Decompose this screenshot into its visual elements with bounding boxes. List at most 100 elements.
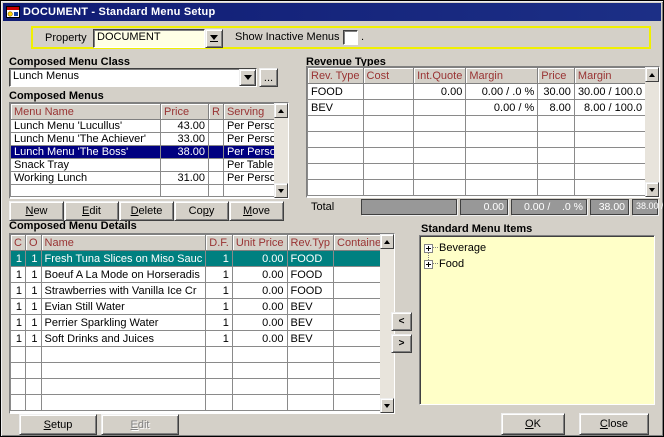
ellipsis-label: ... — [264, 76, 273, 80]
table-row[interactable]: 1 1 Soft Drinks and Juices 1 0.00 BEV — [11, 331, 396, 347]
move-button[interactable]: Move — [229, 201, 284, 221]
cell-name: Fresh Tuna Slices on Miso Sauc — [41, 251, 206, 267]
table-row-selected[interactable]: 1 1 Fresh Tuna Slices on Miso Sauc 1 0.0… — [11, 251, 396, 267]
scroll-down-button[interactable] — [274, 183, 288, 198]
table-row[interactable]: 1 1 Strawberries with Vanilla Ice Cr 1 0… — [11, 283, 396, 299]
menu-class-dropdown-button[interactable] — [239, 69, 256, 86]
cell-margin: 0.00 / % — [466, 100, 538, 116]
cell-menu-name: Lunch Menu 'Lucullus' — [11, 120, 161, 133]
col-name: Name — [41, 235, 206, 251]
revenue-types-scrollbar[interactable] — [645, 67, 659, 197]
table-row[interactable]: BEV 0.00 / % 8.00 8.00 / 100.0 % — [308, 100, 659, 116]
copy-button[interactable]: Copy — [174, 201, 229, 221]
col-price: Price — [161, 104, 209, 120]
col-df: D.F. — [206, 235, 233, 251]
tree-item-beverage[interactable]: Beverage — [422, 240, 652, 256]
cell-price: 30.00 — [538, 84, 575, 100]
close-button[interactable]: Close — [579, 413, 649, 435]
standard-menu-items-tree[interactable]: Beverage Food — [419, 235, 655, 405]
chevron-down-icon — [244, 75, 252, 80]
table-header-row: Menu Name Price R Serving — [11, 104, 286, 120]
cell-unit-price: 0.00 — [232, 299, 287, 315]
cell-cost — [363, 84, 414, 100]
total-margin2-field: 38.00 / 100.0% — [632, 199, 658, 215]
standard-menu-items-label: Standard Menu Items — [421, 223, 532, 235]
table-row[interactable]: FOOD 0.00 0.00 / .0 % 30.00 30.00 / 100.… — [308, 84, 659, 100]
total-label: Total — [311, 201, 334, 213]
expand-plus-icon[interactable] — [424, 244, 433, 253]
table-header-row: Rev. Type Cost Int.Quote Margin Price Ma… — [308, 68, 659, 84]
property-combobox-value: DOCUMENT — [94, 30, 204, 47]
scroll-down-button[interactable] — [645, 182, 659, 197]
table-row[interactable]: Lunch Menu 'The Achiever' 33.00 Per Pers… — [11, 133, 286, 146]
scroll-up-button[interactable] — [380, 234, 394, 249]
scroll-up-icon — [278, 109, 284, 113]
cell-o: 1 — [25, 251, 41, 267]
table-row[interactable]: 1 1 Perrier Sparkling Water 1 0.00 BEV — [11, 315, 396, 331]
setup-button[interactable]: Setup — [19, 414, 97, 435]
table-row[interactable]: Snack Tray Per Table — [11, 159, 286, 172]
table-row-empty[interactable] — [11, 363, 396, 379]
table-row-empty[interactable] — [11, 379, 396, 395]
tree-item-food[interactable]: Food — [422, 256, 652, 272]
col-o: O — [25, 235, 41, 251]
table-row-empty[interactable] — [11, 347, 396, 363]
cell-int-quote: 0.00 — [414, 84, 466, 100]
table-row-empty[interactable] — [308, 164, 659, 180]
cell-price: 33.00 — [161, 133, 209, 146]
cell-price: 43.00 — [161, 120, 209, 133]
show-inactive-checkbox[interactable] — [343, 30, 358, 45]
ok-button[interactable]: OK — [501, 413, 565, 435]
table-row[interactable]: 1 1 Evian Still Water 1 0.00 BEV — [11, 299, 396, 315]
cell-rev-type: BEV — [308, 100, 364, 116]
edit-detail-button-disabled: Edit — [101, 414, 179, 435]
cell-c: 1 — [11, 283, 26, 299]
table-row-empty[interactable] — [11, 185, 286, 197]
table-row[interactable]: Working Lunch 31.00 Per Person — [11, 172, 286, 185]
composed-menus-scrollbar[interactable] — [274, 103, 288, 198]
expand-plus-icon[interactable] — [424, 260, 433, 269]
scroll-down-button[interactable] — [380, 398, 394, 413]
cell-o: 1 — [25, 267, 41, 283]
table-row[interactable]: Lunch Menu 'Lucullus' 43.00 Per Person — [11, 120, 286, 133]
transfer-left-button[interactable]: < — [391, 312, 412, 331]
cell-r — [209, 146, 224, 159]
scroll-up-button[interactable] — [645, 67, 659, 82]
cell-name: Boeuf A La Mode on Horseradis — [41, 267, 206, 283]
cell-rev-type: FOOD — [287, 267, 334, 283]
total-int-quote-field: 0.00 — [460, 199, 508, 215]
cell-unit-price: 0.00 — [232, 251, 287, 267]
title-bar[interactable]: DOCUMENT - Standard Menu Setup — [3, 3, 661, 21]
menu-class-browse-button[interactable]: ... — [259, 68, 278, 87]
col-cost: Cost — [363, 68, 414, 84]
edit-button[interactable]: Edit — [64, 201, 119, 221]
scroll-up-icon — [649, 73, 655, 77]
right-arrow-icon: > — [399, 338, 405, 349]
property-dropdown-button[interactable] — [205, 29, 223, 48]
table-row-empty[interactable] — [308, 180, 659, 196]
cell-c: 1 — [11, 251, 26, 267]
scroll-down-icon — [384, 404, 390, 408]
table-row-empty[interactable] — [11, 395, 396, 411]
cell-o: 1 — [25, 315, 41, 331]
composed-menu-class-label: Composed Menu Class — [9, 56, 130, 68]
table-row[interactable]: 1 1 Boeuf A La Mode on Horseradis 1 0.00… — [11, 267, 396, 283]
cell-name: Strawberries with Vanilla Ice Cr — [41, 283, 206, 299]
total-price-field: 38.00 — [590, 199, 629, 215]
table-row-empty[interactable] — [308, 116, 659, 132]
table-row-empty[interactable] — [308, 148, 659, 164]
table-row-selected[interactable]: Lunch Menu 'The Boss' 38.00 Per Person — [11, 146, 286, 159]
cell-rev-type: BEV — [287, 299, 334, 315]
new-button[interactable]: New — [9, 201, 64, 221]
cell-margin: 0.00 / .0 % — [466, 84, 538, 100]
col-margin: Margin — [466, 68, 538, 84]
property-combobox[interactable]: DOCUMENT — [93, 29, 205, 48]
delete-button[interactable]: Delete — [119, 201, 174, 221]
transfer-right-button[interactable]: > — [391, 334, 412, 353]
col-price: Price — [538, 68, 575, 84]
cell-r — [209, 133, 224, 146]
menu-class-combobox[interactable]: Lunch Menus — [9, 68, 257, 87]
scroll-up-button[interactable] — [274, 103, 288, 118]
menu-class-value: Lunch Menus — [10, 69, 239, 86]
table-row-empty[interactable] — [308, 132, 659, 148]
